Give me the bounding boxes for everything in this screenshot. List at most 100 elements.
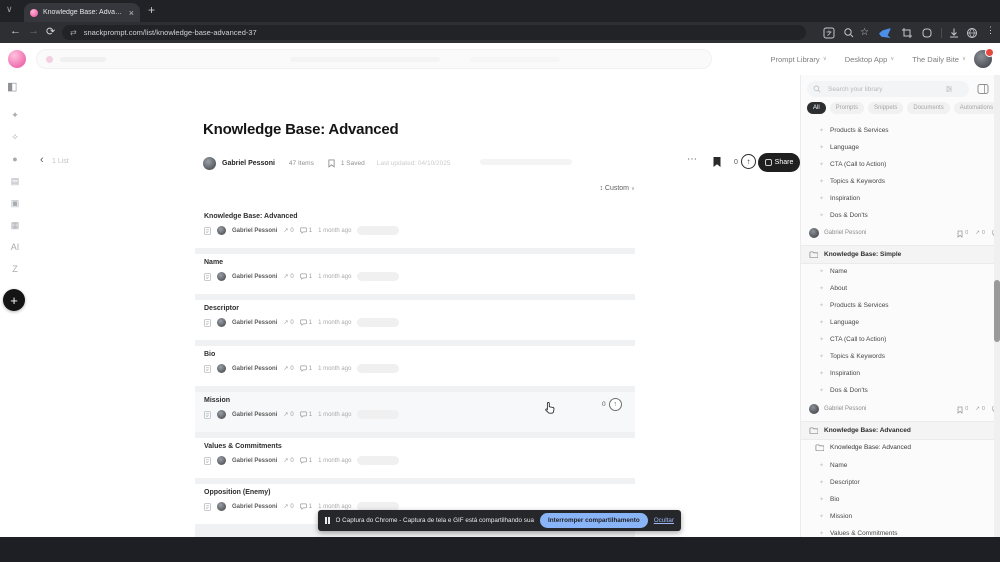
- zoom-icon[interactable]: [843, 27, 855, 39]
- rail-icon[interactable]: ✧: [11, 132, 19, 142]
- item-author-name: Gabriel Pessoni: [232, 411, 278, 418]
- rail-icon[interactable]: ✦: [11, 110, 19, 120]
- library-search-input[interactable]: [826, 84, 940, 94]
- folder-icon: [809, 426, 818, 435]
- list-item[interactable]: Values & Commitments Gabriel Pessoni ↗ 0 …: [195, 438, 635, 478]
- list-item[interactable]: Bio Gabriel Pessoni ↗ 0 1 1 month ago: [195, 346, 635, 386]
- filter-chip[interactable]: Prompts: [829, 102, 865, 114]
- list-item[interactable]: Name Gabriel Pessoni ↗ 0 1 1 month ago: [195, 254, 635, 294]
- app-nav-item[interactable]: Prompt Library ∨: [771, 55, 827, 64]
- extension-blue-icon[interactable]: [879, 28, 891, 38]
- rail-icon[interactable]: Z: [12, 264, 18, 274]
- snackprompt-logo[interactable]: [8, 50, 26, 68]
- author-avatar[interactable]: [203, 157, 216, 170]
- sidebar-item-label: Bio: [830, 496, 840, 503]
- collapse-panel-icon[interactable]: [977, 83, 989, 95]
- bookmark-star-icon[interactable]: ☆: [860, 27, 872, 39]
- tab-search-icon[interactable]: ∨: [6, 4, 13, 15]
- upvote-button[interactable]: ↑: [741, 154, 756, 169]
- sidebar-prompt-item[interactable]: ✦ Products & Services: [801, 297, 994, 314]
- item-author-avatar: [217, 364, 226, 373]
- sidebar-prompt-item[interactable]: ✦ Topics & Keywords: [801, 348, 994, 365]
- sidebar-prompt-item[interactable]: ✦ Language: [801, 139, 994, 156]
- sidebar-prompt-item[interactable]: ✦ Topics & Keywords: [801, 173, 994, 190]
- sidebar-prompt-item[interactable]: ✦ Name: [801, 457, 994, 474]
- prompt-bullet-icon: ✦: [819, 337, 825, 343]
- rail-icon[interactable]: ▦: [11, 220, 20, 230]
- hide-banner-link[interactable]: Ocultar: [654, 517, 674, 524]
- sidebar-prompt-item[interactable]: ✦ Name: [801, 263, 994, 280]
- owner-row: Gabriel Pessoni 0 ↗0 1: [801, 401, 994, 417]
- sidebar-prompt-item[interactable]: ✦ Products & Services: [801, 122, 994, 139]
- browser-tab[interactable]: Knowledge Base: Advanced | S ×: [24, 3, 140, 22]
- extension-loop-icon[interactable]: [921, 27, 933, 39]
- sidebar-prompt-item[interactable]: ✦ CTA (Call to Action): [801, 156, 994, 173]
- create-new-button[interactable]: +: [3, 289, 25, 311]
- sidebar-prompt-item[interactable]: ✦ Bio: [801, 491, 994, 508]
- sidebar-prompt-item[interactable]: ✦ Inspiration: [801, 365, 994, 382]
- rail-icon[interactable]: ▤: [11, 176, 20, 186]
- sidebar-prompt-item[interactable]: ✦ Mission: [801, 508, 994, 525]
- tab-close-icon[interactable]: ×: [129, 8, 134, 18]
- rail-icon[interactable]: AI: [11, 242, 20, 252]
- rail-icon[interactable]: ▣: [11, 198, 20, 208]
- bookmark-icon[interactable]: [712, 156, 722, 168]
- filter-chip[interactable]: Automations: [953, 102, 994, 114]
- filter-chip[interactable]: Documents: [907, 102, 950, 114]
- sidebar-prompt-item[interactable]: ✦ Dos & Don'ts: [801, 382, 994, 399]
- sort-control[interactable]: ↕ Custom ∨: [555, 185, 635, 192]
- sidebar-prompt-item[interactable]: ✦ Language: [801, 314, 994, 331]
- screenshot-crop-icon[interactable]: [901, 27, 913, 39]
- stop-sharing-button[interactable]: Interromper compartilhamento: [540, 513, 648, 528]
- page-scrollbar[interactable]: [994, 75, 1000, 537]
- owner-avatar[interactable]: [809, 404, 819, 414]
- item-title: Knowledge Base: Advanced: [204, 213, 298, 220]
- sidebar-prompt-item[interactable]: ✦ Dos & Don'ts: [801, 207, 994, 224]
- site-info-icon[interactable]: ⇄: [70, 28, 77, 37]
- new-tab-button[interactable]: +: [148, 3, 155, 17]
- sidebar-prompt-item[interactable]: ✦ Values & Commitments: [801, 525, 994, 537]
- sidebar-toggle-icon[interactable]: ◧: [7, 80, 17, 93]
- scrollbar-thumb[interactable]: [994, 280, 1000, 342]
- upvote-circle-icon[interactable]: ↑: [608, 398, 622, 411]
- list-item[interactable]: Mission Gabriel Pessoni ↗ 0 1 1 month ago: [195, 392, 635, 432]
- app-nav-item[interactable]: Desktop App ∨: [845, 55, 895, 64]
- save-stat-icon: [957, 406, 963, 414]
- translate-icon[interactable]: [823, 27, 835, 39]
- owner-avatar[interactable]: [809, 228, 819, 238]
- prompt-bullet-icon: ✦: [819, 286, 825, 292]
- back-chevron-icon[interactable]: ‹: [40, 154, 44, 166]
- library-search[interactable]: [807, 81, 969, 97]
- download-icon[interactable]: [948, 27, 960, 39]
- author-name[interactable]: Gabriel Pessoni: [222, 160, 275, 167]
- prompt-bullet-icon: ✦: [819, 514, 825, 520]
- browser-menu-icon[interactable]: ⋮: [986, 25, 995, 36]
- share-button[interactable]: Share: [758, 153, 800, 172]
- sidebar-prompt-item[interactable]: ✦ Inspiration: [801, 190, 994, 207]
- fork-stat: ↗ 0: [283, 411, 294, 419]
- hover-vote-control[interactable]: 0 ↑: [602, 398, 622, 411]
- pause-icon[interactable]: [325, 517, 330, 524]
- filter-chip[interactable]: All: [807, 102, 826, 114]
- url-bar[interactable]: ⇄ snackprompt.com/list/knowledge-base-ad…: [62, 25, 806, 40]
- list-item[interactable]: Descriptor Gabriel Pessoni ↗ 0 1 1 month …: [195, 300, 635, 340]
- comment-icon: [299, 365, 307, 372]
- section-header-kb-simple[interactable]: Knowledge Base: Simple ∨: [801, 245, 994, 264]
- app-nav-item[interactable]: The Daily Bite ∨: [912, 55, 966, 64]
- rail-icon[interactable]: ●: [12, 154, 17, 164]
- filter-sliders-icon[interactable]: [945, 85, 953, 93]
- sidebar-prompt-item[interactable]: ✦ CTA (Call to Action): [801, 331, 994, 348]
- back-icon[interactable]: ←: [10, 25, 21, 37]
- forward-icon[interactable]: →: [28, 25, 39, 37]
- list-item[interactable]: Knowledge Base: Advanced Gabriel Pessoni…: [195, 208, 635, 248]
- more-options-icon[interactable]: ⋯: [687, 154, 698, 165]
- reload-icon[interactable]: ⟳: [46, 25, 55, 38]
- sidebar-prompt-item[interactable]: ✦ About: [801, 280, 994, 297]
- section-header-kb-advanced[interactable]: Knowledge Base: Advanced ∨: [801, 421, 994, 440]
- hover-vote-count: 0: [602, 401, 606, 408]
- sidebar-item-label: CTA (Call to Action): [830, 336, 887, 343]
- kb-advanced-folder[interactable]: Knowledge Base: Advanced ∨: [801, 439, 994, 456]
- filter-chip[interactable]: Snippets: [868, 102, 904, 114]
- sidebar-prompt-item[interactable]: ✦ Descriptor: [801, 474, 994, 491]
- profile-globe-icon[interactable]: [966, 27, 978, 39]
